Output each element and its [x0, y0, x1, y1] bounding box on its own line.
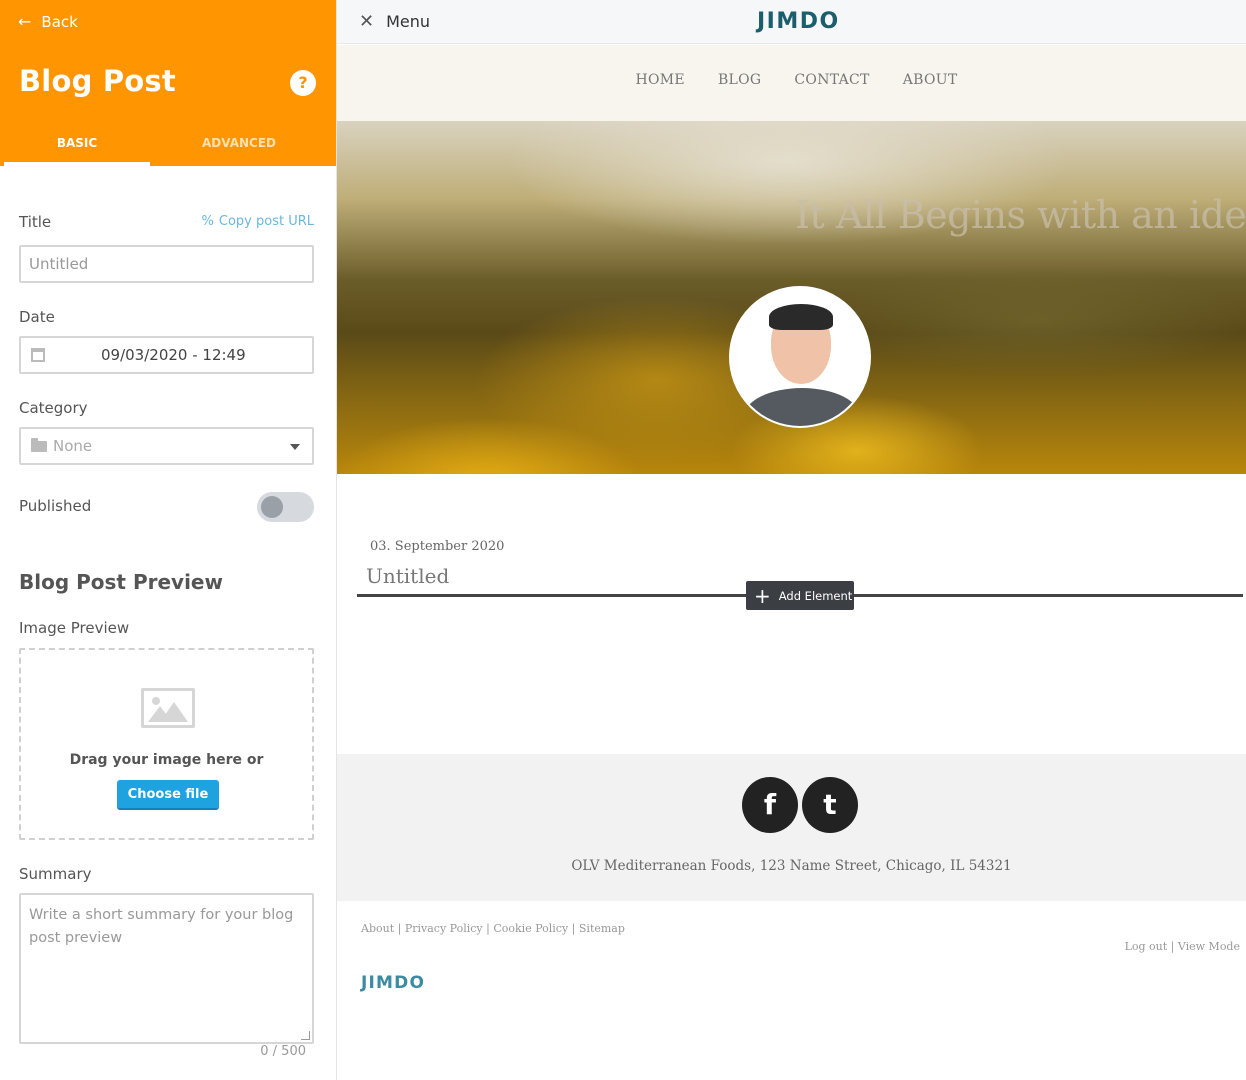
hero-banner[interactable]: It All Begins with an idea. [337, 121, 1246, 474]
link-icon: % [201, 214, 214, 229]
facebook-icon[interactable]: f [742, 777, 798, 833]
title-input[interactable]: Untitled [19, 245, 314, 283]
post-title[interactable]: Untitled [366, 564, 449, 588]
date-picker[interactable]: 09/03/2020 - 12:49 [19, 336, 314, 374]
twitter-icon[interactable]: t [802, 777, 858, 833]
summary-textarea[interactable]: Write a short summary for your blog post… [19, 893, 314, 1044]
nav-item-contact[interactable]: CONTACT [794, 72, 869, 121]
sitemap-link[interactable]: Sitemap [579, 922, 625, 935]
cookie-policy-link[interactable]: Cookie Policy [493, 922, 568, 935]
image-preview-label: Image Preview [19, 619, 130, 637]
back-label: Back [41, 12, 78, 31]
blog-post-settings-panel: ← Back Blog Post ? BASIC ADVANCED Title … [0, 0, 337, 1080]
choose-file-button[interactable]: Choose file [117, 780, 219, 810]
published-toggle[interactable] [257, 492, 314, 522]
hero-title: It All Begins with an idea. [795, 193, 1246, 237]
back-button[interactable]: ← Back [18, 12, 78, 31]
toggle-knob [261, 496, 283, 518]
nav-item-blog[interactable]: BLOG [718, 72, 761, 121]
image-placeholder-icon [141, 688, 195, 728]
date-value: 09/03/2020 - 12:49 [101, 346, 246, 364]
panel-title: Blog Post [19, 64, 176, 98]
help-icon[interactable]: ? [290, 70, 316, 96]
folder-icon [31, 438, 47, 452]
close-icon: ✕ [359, 11, 375, 32]
tab-advanced[interactable]: ADVANCED [150, 126, 328, 166]
tab-basic[interactable]: BASIC [4, 126, 150, 166]
chevron-down-icon [290, 444, 300, 450]
resize-handle-icon[interactable] [301, 1031, 310, 1040]
category-value: None [53, 437, 93, 455]
summary-label: Summary [19, 865, 92, 883]
website-preview: ✕ Menu JIMDO HOME BLOG CONTACT ABOUT It … [337, 0, 1246, 1080]
account-links: Log out | View Mode [1124, 940, 1240, 953]
profile-avatar[interactable] [729, 286, 871, 428]
add-element-label: Add Element [778, 588, 853, 603]
copy-post-url-label: Copy post URL [218, 214, 314, 229]
image-dropzone[interactable]: Drag your image here or Choose file [19, 648, 314, 840]
drag-image-text: Drag your image here or [69, 752, 264, 768]
add-element-button[interactable]: + Add Element [746, 581, 854, 610]
summary-char-counter: 0 / 500 [260, 1044, 306, 1059]
published-label: Published [19, 497, 92, 515]
panel-header: ← Back Blog Post ? BASIC ADVANCED [0, 0, 336, 166]
panel-tabs: BASIC ADVANCED [4, 126, 328, 166]
jimdo-logo: JIMDO [757, 9, 840, 34]
footer-address: OLV Mediterranean Foods, 123 Name Street… [571, 858, 1012, 874]
footer: f t OLV Mediterranean Foods, 123 Name St… [337, 754, 1246, 901]
copy-post-url-link[interactable]: % Copy post URL [202, 214, 314, 229]
category-label: Category [19, 399, 88, 417]
log-out-link[interactable]: Log out [1125, 940, 1168, 953]
post-date: 03. September 2020 [370, 539, 505, 554]
view-mode-link[interactable]: View Mode [1178, 940, 1240, 953]
calendar-icon [31, 348, 45, 362]
plus-icon: + [754, 583, 771, 608]
legal-links: About | Privacy Policy | Cookie Policy |… [361, 922, 625, 935]
privacy-policy-link[interactable]: Privacy Policy [405, 922, 483, 935]
nav-item-home[interactable]: HOME [636, 72, 685, 121]
site-navigation: HOME BLOG CONTACT ABOUT [337, 45, 1246, 121]
editor-topbar: ✕ Menu JIMDO [337, 0, 1246, 44]
summary-placeholder: Write a short summary for your blog post… [29, 907, 294, 946]
menu-button[interactable]: ✕ Menu [359, 11, 430, 32]
title-label: Title [19, 213, 52, 231]
category-select[interactable]: None [19, 427, 314, 465]
footer-jimdo-logo[interactable]: JIMDO [361, 973, 425, 993]
menu-label: Menu [386, 12, 431, 31]
nav-item-about[interactable]: ABOUT [903, 72, 958, 121]
about-link[interactable]: About [361, 922, 394, 935]
date-label: Date [19, 308, 55, 326]
blog-post-preview-heading: Blog Post Preview [19, 570, 223, 594]
arrow-left-icon: ← [18, 12, 32, 31]
